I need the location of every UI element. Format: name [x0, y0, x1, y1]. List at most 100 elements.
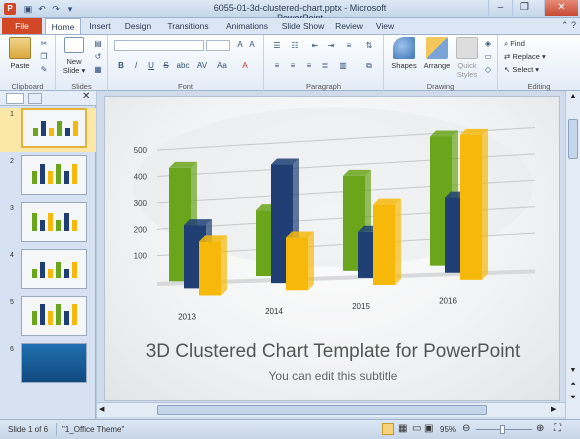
tab-view[interactable]: View [370, 18, 400, 34]
maximize-button[interactable]: ❐ [512, 0, 536, 16]
thumbnail-image [21, 249, 87, 289]
cut-icon[interactable]: ✂ [38, 39, 50, 49]
thumbnail-bar [64, 311, 69, 325]
slide-number: 2 [10, 158, 14, 165]
thumbnail-bar [32, 269, 37, 278]
tab-animations[interactable]: Animations [218, 18, 276, 34]
reading-view-icon[interactable]: ▭ [412, 423, 421, 434]
customize-qat-icon[interactable]: ▾ [64, 3, 76, 15]
horizontal-scroll-thumb[interactable] [157, 405, 487, 415]
font-name-dropdown[interactable] [114, 40, 204, 51]
shape-outline-icon[interactable]: ▭ [482, 52, 494, 62]
shapes-button[interactable]: Shapes [388, 37, 420, 70]
copy-icon[interactable]: ❐ [38, 52, 50, 62]
theme-name[interactable]: "1_Office Theme" [62, 425, 124, 434]
normal-view-icon[interactable] [382, 423, 394, 435]
outline-tab-icon[interactable] [28, 93, 42, 104]
shape-effects-icon[interactable]: ◇ [482, 65, 494, 75]
slide-thumbnail[interactable]: 1 [0, 108, 96, 152]
tab-transitions[interactable]: Transitions [161, 18, 215, 34]
zoom-out-icon[interactable]: ⊖ [462, 423, 470, 434]
zoom-level[interactable]: 95% [440, 425, 456, 434]
increase-indent-icon[interactable]: ⇥ [324, 41, 338, 51]
decrease-indent-icon[interactable]: ⇤ [308, 41, 322, 51]
underline-button[interactable]: U [146, 61, 156, 71]
quick-styles-button[interactable]: Quick Styles [454, 37, 480, 79]
slide-thumbnail[interactable]: 5 [0, 296, 96, 340]
undo-icon[interactable]: ↶ [36, 3, 48, 15]
layout-icon[interactable]: ▤ [92, 39, 104, 49]
tab-review[interactable]: Review [332, 18, 366, 34]
slide-subtitle[interactable]: You can edit this subtitle [105, 369, 559, 383]
thumbnail-image [21, 202, 87, 242]
columns-icon[interactable]: ▥ [336, 61, 350, 71]
minimize-button[interactable]: – [488, 0, 512, 16]
shrink-font-icon[interactable]: A [246, 40, 258, 50]
slide-thumbnail[interactable]: 6 [0, 343, 96, 387]
tab-home[interactable]: Home [45, 18, 81, 34]
shape-fill-icon[interactable]: ◈ [482, 39, 494, 49]
smartart-icon[interactable]: ⧉ [362, 61, 376, 71]
close-pane-icon[interactable]: ✕ [82, 91, 90, 102]
scroll-left-icon[interactable]: ◀ [99, 405, 109, 413]
fit-to-window-icon[interactable]: ⛶ [554, 423, 561, 434]
font-size-dropdown[interactable] [206, 40, 230, 51]
change-case-button[interactable]: Aa [215, 61, 229, 71]
align-left-icon[interactable]: ≡ [270, 61, 284, 71]
section-icon[interactable]: ▦ [92, 65, 104, 75]
slide-show-icon[interactable]: ▣ [424, 423, 433, 434]
thumbnail-image [21, 296, 87, 336]
replace-button[interactable]: ⇄ Replace ▾ [504, 52, 546, 61]
vertical-scrollbar[interactable]: ▲ ▼ ⏶ ⏷ [565, 91, 580, 419]
italic-button[interactable]: I [131, 61, 141, 71]
slide-thumbnail[interactable]: 3 [0, 202, 96, 246]
slide-thumbnail[interactable]: 2 [0, 155, 96, 199]
chart[interactable]: 100 200 300 400 500 2013 2014 2015 2016 [105, 97, 560, 337]
next-slide-icon[interactable]: ⏷ [568, 394, 578, 404]
shadow-button[interactable]: abc [175, 61, 191, 71]
help-icon[interactable]: ⌃ ? [561, 20, 576, 31]
justify-icon[interactable]: ≣ [318, 61, 332, 71]
slide-sorter-icon[interactable]: ▦ [398, 423, 407, 434]
paste-button[interactable]: Paste [6, 37, 34, 70]
close-button[interactable]: ✕ [544, 0, 578, 16]
select-button[interactable]: ↖ Select ▾ [504, 65, 539, 74]
tab-file[interactable]: File [2, 18, 42, 34]
slide-thumbnail[interactable]: 4 [0, 249, 96, 293]
font-color-button[interactable]: A [238, 61, 252, 71]
previous-slide-icon[interactable]: ⏶ [568, 381, 578, 391]
new-slide-button[interactable]: New Slide ▾ [60, 37, 88, 75]
bullets-icon[interactable]: ☰ [270, 41, 284, 51]
thumbnail-bar [49, 128, 54, 136]
tab-slide-show[interactable]: Slide Show [278, 18, 328, 34]
zoom-slider-thumb[interactable] [500, 425, 505, 434]
align-right-icon[interactable]: ≡ [302, 61, 316, 71]
redo-icon[interactable]: ↷ [50, 3, 62, 15]
thumbnail-bar [48, 213, 53, 231]
line-spacing-icon[interactable]: ≡ [342, 41, 356, 51]
tab-insert[interactable]: Insert [84, 18, 116, 34]
find-button[interactable]: ⌕ Find [504, 39, 525, 49]
align-center-icon[interactable]: ≡ [286, 61, 300, 71]
slide-title[interactable]: 3D Clustered Chart Template for PowerPoi… [105, 341, 559, 363]
strikethrough-button[interactable]: S [161, 61, 171, 71]
scroll-right-icon[interactable]: ▶ [551, 405, 561, 413]
reset-icon[interactable]: ↺ [92, 52, 104, 62]
format-painter-icon[interactable]: ✎ [38, 65, 50, 75]
scroll-up-icon[interactable]: ▲ [568, 93, 578, 103]
bold-button[interactable]: B [116, 61, 126, 71]
grow-font-icon[interactable]: A [234, 40, 246, 50]
text-direction-icon[interactable]: ⇅ [362, 41, 376, 51]
zoom-in-icon[interactable]: ⊕ [536, 423, 544, 434]
scroll-down-icon[interactable]: ▼ [568, 367, 578, 377]
tab-design[interactable]: Design [120, 18, 156, 34]
horizontal-scrollbar[interactable]: ◀ ▶ [97, 402, 565, 417]
powerpoint-icon[interactable]: P [4, 3, 16, 15]
vertical-scroll-thumb[interactable] [568, 119, 578, 159]
arrange-button[interactable]: Arrange [420, 37, 454, 70]
numbering-icon[interactable]: ☷ [288, 41, 302, 51]
save-icon[interactable]: ▣ [22, 3, 34, 15]
slides-tab-icon[interactable] [6, 93, 24, 104]
slide-canvas[interactable]: 100 200 300 400 500 2013 2014 2015 2016 3D Clust… [104, 96, 560, 401]
char-spacing-button[interactable]: AV [195, 61, 209, 71]
